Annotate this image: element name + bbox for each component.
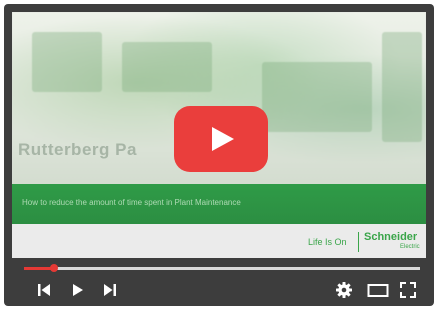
skip-previous-button[interactable]: [34, 280, 54, 300]
skip-next-icon: [104, 284, 116, 296]
subtitle-text: How to reduce the amount of time spent i…: [22, 198, 241, 207]
play-icon: [212, 127, 234, 151]
video-player: Rutterberg Pa How to reduce the amount o…: [4, 4, 434, 306]
logo-divider: [358, 232, 359, 252]
video-frame[interactable]: Rutterberg Pa How to reduce the amount o…: [12, 12, 426, 258]
fullscreen-icon: [400, 282, 416, 298]
subtitle-band: How to reduce the amount of time spent i…: [12, 184, 426, 224]
brand-footer: Life Is On Schneider Electric: [12, 224, 426, 258]
brand-logo-sub: Electric: [400, 244, 420, 250]
machine-shape: [382, 32, 422, 142]
video-title-overlay: Rutterberg Pa: [18, 140, 137, 159]
brand-tagline: Life Is On: [308, 237, 347, 247]
machine-shape: [262, 62, 372, 132]
skip-previous-icon: [38, 284, 50, 296]
machine-shape: [32, 32, 102, 92]
brand-logo-name: Schneider: [364, 231, 418, 243]
play-icon: [73, 284, 83, 296]
machine-shape: [122, 42, 212, 92]
player-controls: [12, 260, 426, 306]
big-play-button[interactable]: [174, 106, 268, 172]
progress-bar[interactable]: [24, 264, 420, 272]
settings-gear-icon: [336, 282, 352, 298]
progress-scrubber[interactable]: [49, 264, 58, 272]
skip-next-button[interactable]: [100, 280, 120, 300]
settings-button[interactable]: [334, 280, 354, 300]
play-button[interactable]: [68, 280, 88, 300]
theater-mode-icon: [367, 284, 389, 297]
theater-mode-button[interactable]: [366, 280, 390, 300]
fullscreen-button[interactable]: [398, 280, 418, 300]
